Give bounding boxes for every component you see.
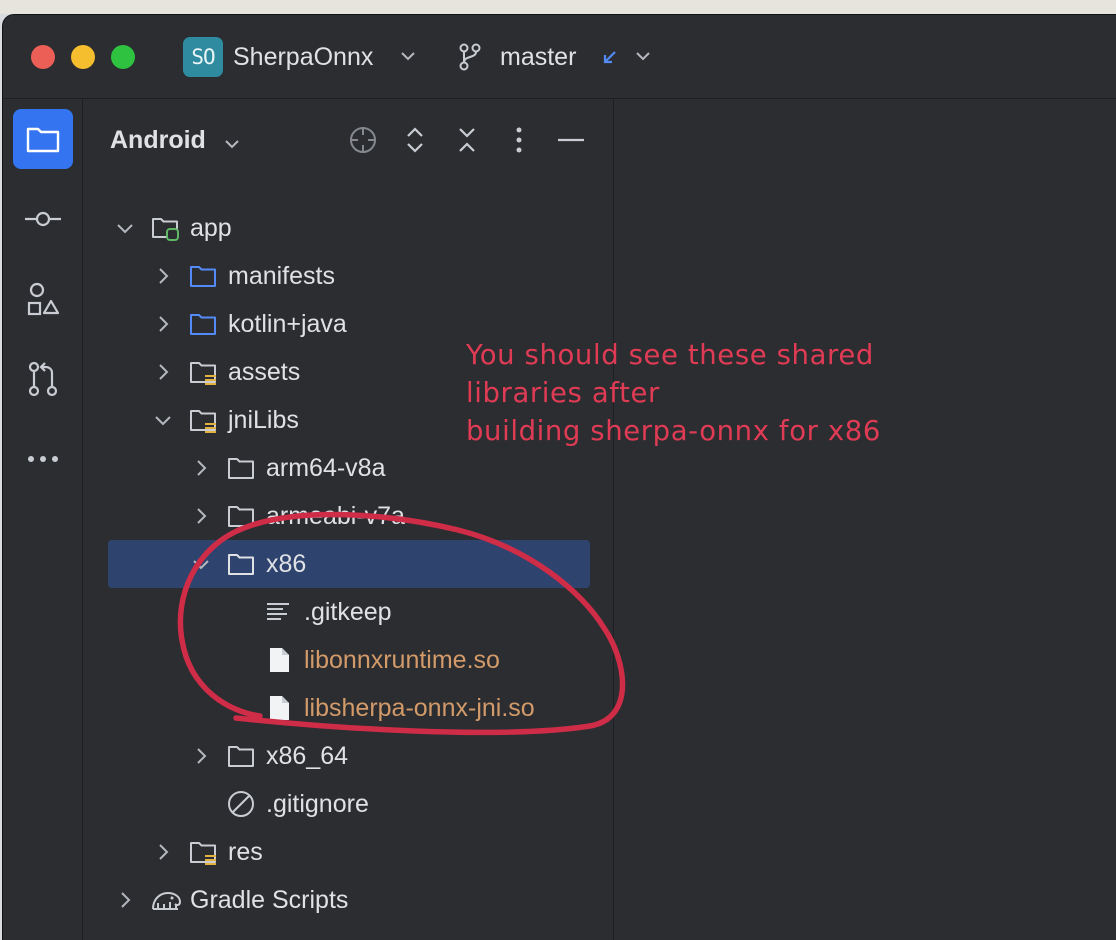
folder-icon	[228, 554, 254, 575]
tree-label-app: app	[190, 213, 232, 242]
folder-icon	[26, 127, 60, 153]
resource-folder-icon	[190, 362, 216, 385]
tree-row-libonnxruntime[interactable]: libonnxruntime.so	[108, 636, 590, 684]
structure-tool-button[interactable]	[13, 269, 73, 329]
chevron-right-icon[interactable]	[152, 265, 174, 287]
tree-row-libsherpa-onnx-jni[interactable]: libsherpa-onnx-jni.so	[108, 684, 590, 732]
chevron-right-icon[interactable]	[114, 889, 136, 911]
pull-requests-tool-button[interactable]	[13, 349, 73, 409]
tree-label-res: res	[228, 837, 263, 866]
source-folder-icon	[190, 314, 216, 335]
expand-all-button[interactable]	[398, 123, 432, 157]
project-tool-button[interactable]	[13, 109, 73, 169]
chevron-right-icon[interactable]	[152, 313, 174, 335]
tree-label-libsherpa-onnx-jni: libsherpa-onnx-jni.so	[304, 693, 535, 722]
collapse-all-button[interactable]	[450, 123, 484, 157]
tree-label-x86-64: x86_64	[266, 741, 349, 770]
tree-row-armeabi-v7a[interactable]: armeabi-v7a	[108, 492, 590, 540]
tree-row-app[interactable]: app	[108, 204, 590, 252]
view-selector[interactable]: Android	[110, 126, 206, 155]
options-button[interactable]	[502, 123, 536, 157]
chevron-right-icon[interactable]	[190, 505, 212, 527]
chevron-right-icon[interactable]	[152, 361, 174, 383]
annotation-line-1: You should see these shared	[466, 339, 874, 371]
binary-file-icon	[270, 696, 289, 720]
resource-folder-icon	[190, 410, 216, 433]
minimize-window-button[interactable]	[71, 45, 95, 69]
gradle-elephant-icon	[152, 892, 181, 910]
branch-icon[interactable]	[457, 42, 483, 72]
project-chevron-down-icon[interactable]	[399, 49, 417, 63]
editor-area	[615, 99, 1116, 940]
resource-folder-icon	[190, 842, 216, 865]
locate-file-button[interactable]	[346, 123, 380, 157]
tree-label-jnilibs: jniLibs	[228, 405, 299, 434]
expand-all-icon	[407, 127, 423, 153]
folder-icon	[228, 746, 254, 767]
tree-row-x86[interactable]: x86	[108, 540, 590, 588]
tree-row-arm64-v8a[interactable]: arm64-v8a	[108, 444, 590, 492]
tree-label-gitignore: .gitignore	[266, 789, 369, 818]
ide-window: SO SherpaOnnx master Android app manifes…	[2, 14, 1116, 940]
tree-label-libonnxruntime: libonnxruntime.so	[304, 645, 500, 674]
view-selector-label: Android	[110, 126, 206, 154]
branch-chevron-down-icon[interactable]	[634, 49, 652, 63]
tree-label-gitkeep: .gitkeep	[304, 597, 392, 626]
text-file-icon	[267, 603, 289, 620]
chevron-right-icon[interactable]	[190, 457, 212, 479]
pull-request-icon	[28, 361, 58, 397]
branch-name[interactable]: master	[500, 43, 576, 72]
incoming-changes-icon	[603, 51, 616, 64]
tree-row-gitkeep[interactable]: .gitkeep	[108, 588, 590, 636]
binary-file-icon	[270, 648, 289, 672]
ignore-file-icon	[228, 791, 254, 817]
structure-icon	[27, 282, 60, 316]
chevron-down-icon[interactable]	[114, 217, 136, 239]
project-name[interactable]: SherpaOnnx	[233, 43, 373, 72]
folder-icon	[228, 458, 254, 479]
annotation-line-3: building sherpa-onnx for x86	[466, 415, 881, 447]
tree-row-res[interactable]: res	[108, 828, 590, 876]
tree-label-manifests: manifests	[228, 261, 335, 290]
chevron-right-icon[interactable]	[190, 745, 212, 767]
tree-row-x86-64[interactable]: x86_64	[108, 732, 590, 780]
tree-label-armeabi-v7a: armeabi-v7a	[266, 501, 405, 530]
tree-row-gitignore[interactable]: .gitignore	[108, 780, 590, 828]
title-bar: SO SherpaOnnx master	[3, 15, 1116, 99]
tree-label-kotlin-java: kotlin+java	[228, 309, 347, 338]
chevron-right-icon[interactable]	[152, 841, 174, 863]
source-folder-icon	[190, 266, 216, 287]
chevron-down-icon[interactable]	[152, 409, 174, 431]
tree-row-manifests[interactable]: manifests	[108, 252, 590, 300]
commit-icon	[25, 211, 61, 227]
minimize-icon	[558, 138, 584, 142]
project-badge[interactable]: SO	[183, 37, 223, 77]
chevron-down-icon[interactable]	[190, 553, 212, 575]
view-chevron-down-icon[interactable]	[223, 137, 241, 151]
tree-label-assets: assets	[228, 357, 301, 386]
tree-row-gradle-scripts[interactable]: Gradle Scripts	[108, 876, 590, 924]
more-tools-button[interactable]	[13, 429, 73, 489]
tree-label-x86: x86	[266, 549, 307, 578]
more-icon	[28, 456, 58, 462]
close-window-button[interactable]	[31, 45, 55, 69]
annotation-note: You should see these shared libraries af…	[466, 336, 881, 450]
project-panel: Android app manifests kotlin+java assets…	[84, 99, 614, 940]
hide-panel-button[interactable]	[554, 123, 588, 157]
folder-icon	[228, 506, 254, 527]
collapse-all-icon	[459, 128, 475, 152]
module-folder-icon	[152, 218, 179, 241]
tool-window-stripe	[3, 99, 83, 940]
commit-tool-button[interactable]	[13, 189, 73, 249]
crosshair-icon	[350, 127, 376, 153]
vertical-dots-icon	[516, 127, 522, 153]
tree-label-gradle-scripts: Gradle Scripts	[190, 885, 349, 914]
desktop-strip	[0, 0, 1116, 14]
annotation-line-2: libraries after	[466, 377, 660, 409]
zoom-window-button[interactable]	[111, 45, 135, 69]
tree-label-arm64-v8a: arm64-v8a	[266, 453, 386, 482]
